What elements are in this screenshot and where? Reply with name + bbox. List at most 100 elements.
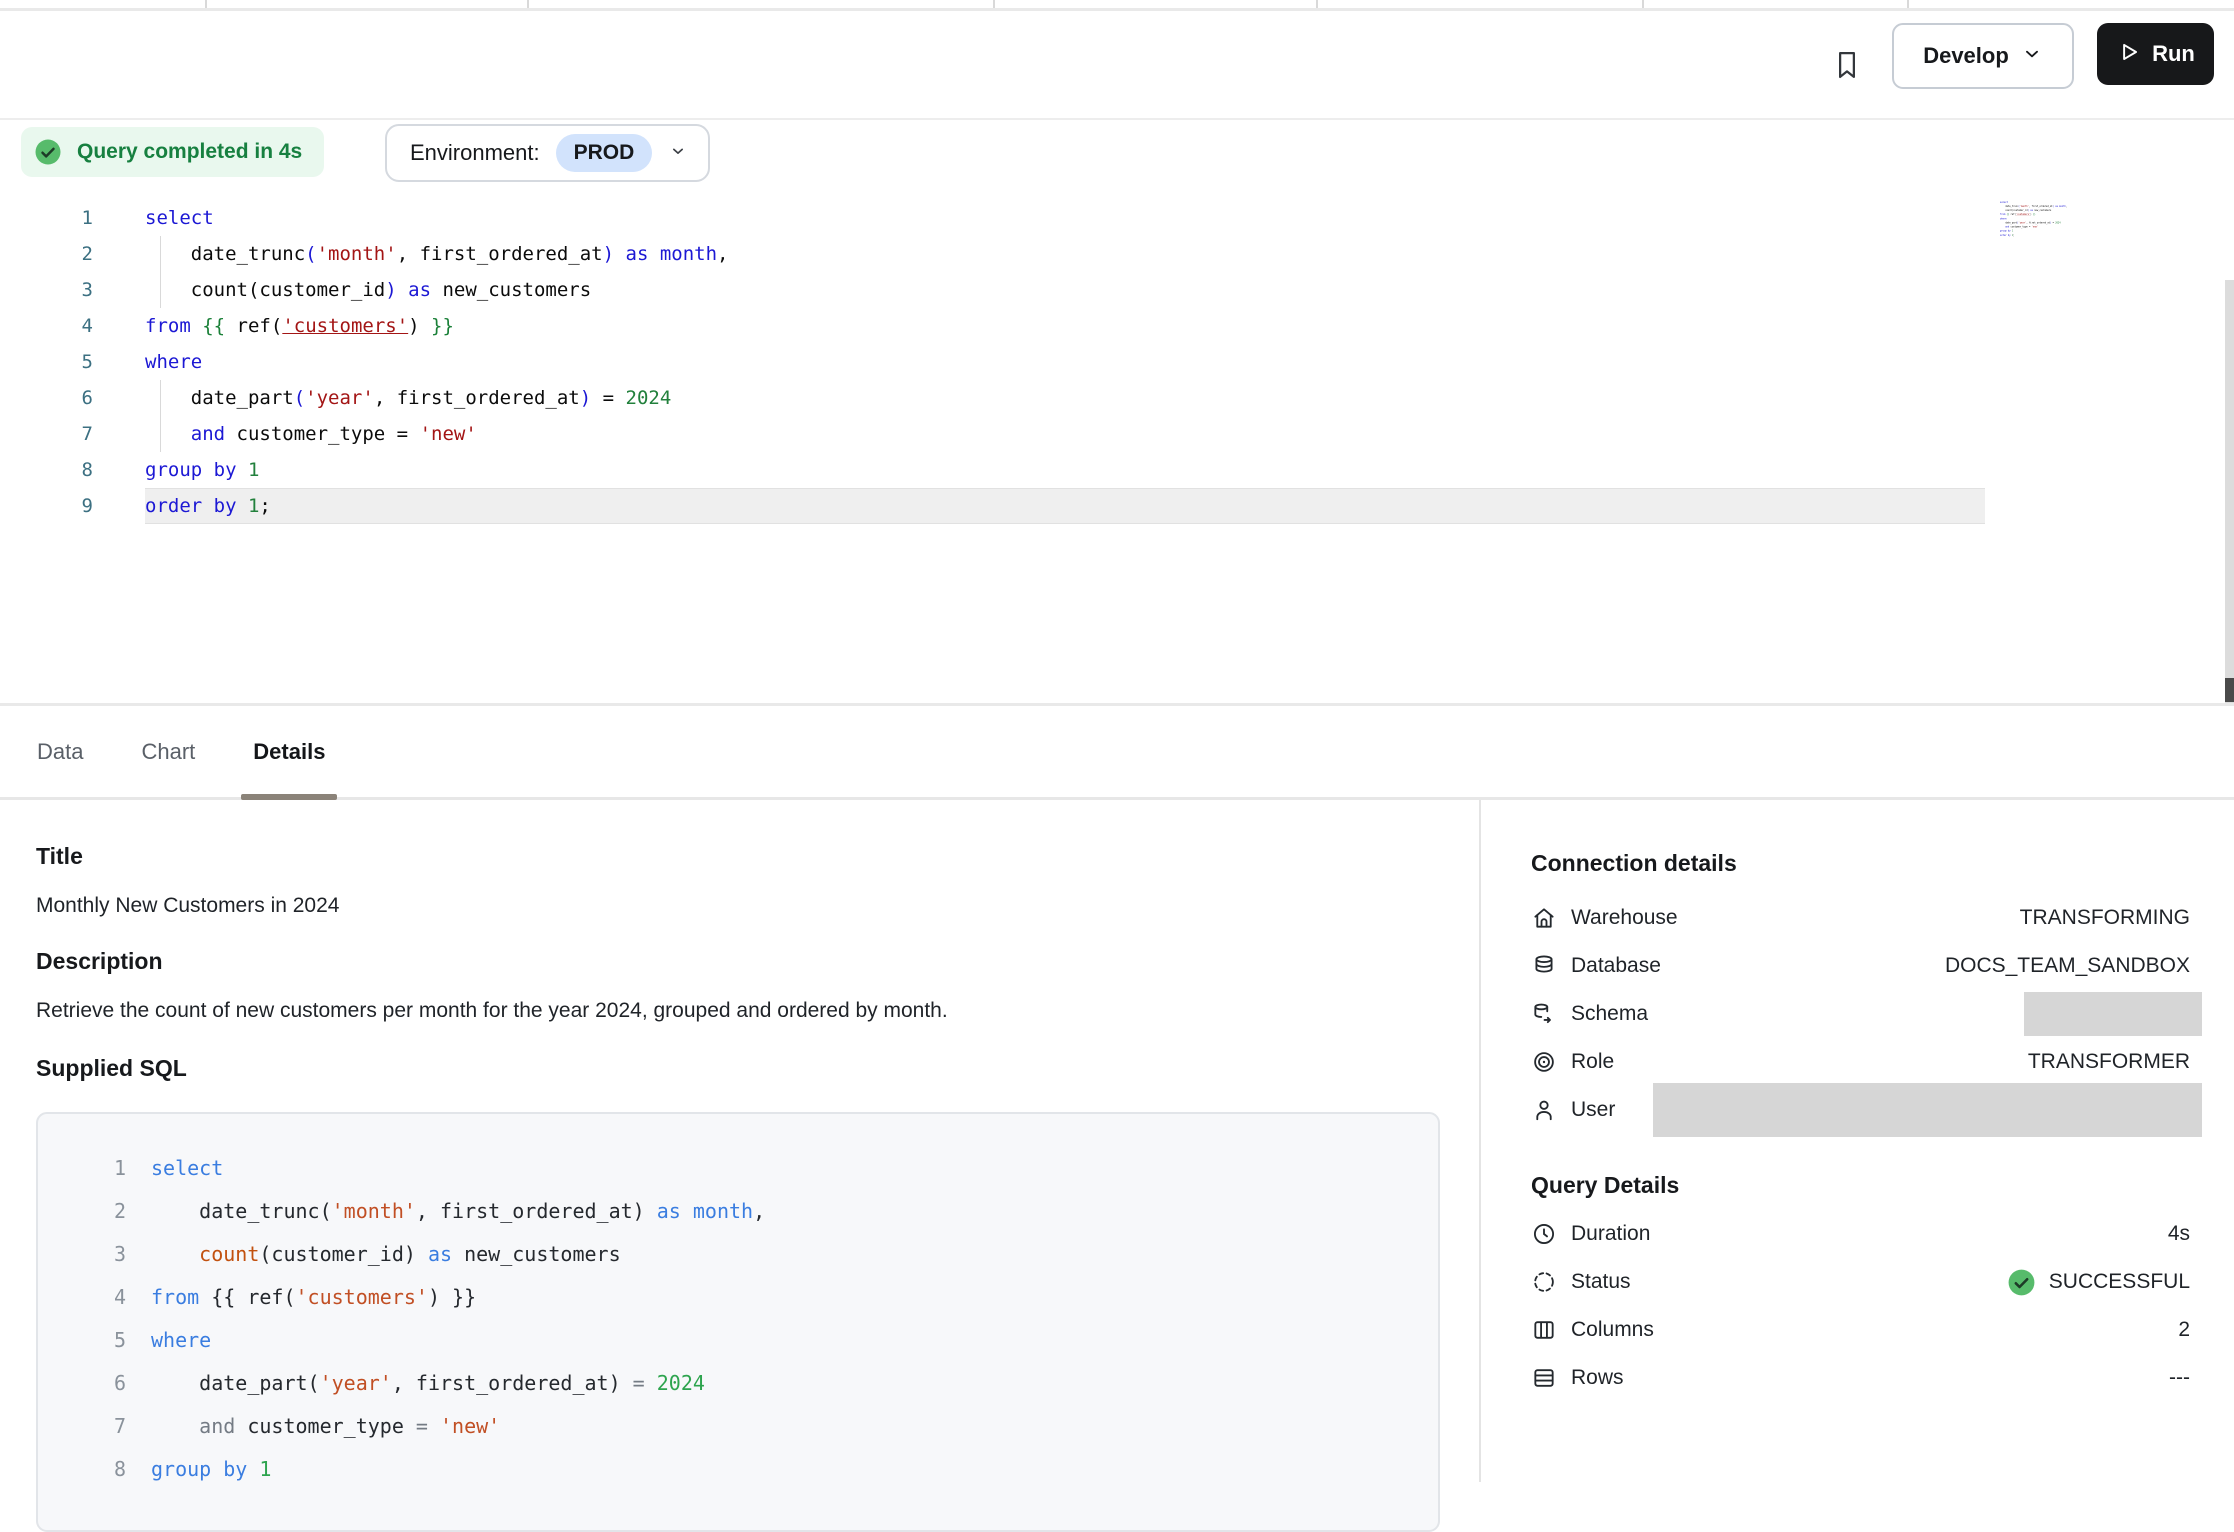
row-label: Warehouse — [1571, 906, 1678, 930]
environment-value-pill: PROD — [556, 134, 653, 172]
code-line-9[interactable]: order by 1; — [2000, 233, 2104, 237]
code-text: count(customer_id) as new_customers — [145, 272, 1985, 308]
code-line-4[interactable]: 4from {{ ref('customers') }} — [38, 1276, 1438, 1319]
bookmark-button[interactable] — [1830, 49, 1864, 85]
line-number: 5 — [0, 344, 93, 380]
tab-data[interactable]: Data — [37, 706, 83, 797]
query-details-heading: Query Details — [1531, 1168, 2190, 1202]
code-text: group by 1 — [145, 452, 1985, 488]
line-number: 7 — [0, 416, 93, 452]
code-line-7[interactable]: 7 and customer_type = 'new' — [38, 1405, 1438, 1448]
scrollbar-thumb[interactable] — [2225, 678, 2234, 702]
tab-separator — [993, 0, 995, 8]
row-label: User — [1571, 1098, 1615, 1122]
success-check-icon — [2006, 1267, 2037, 1298]
environment-dropdown[interactable]: Environment: PROD — [385, 124, 710, 182]
code-text: from {{ ref('customers') }} — [145, 308, 1985, 344]
line-number: 9 — [0, 488, 93, 524]
code-line-7[interactable]: 7 and customer_type = 'new' — [0, 416, 1985, 452]
result-tabs: Data Chart Details — [0, 703, 2234, 800]
detail-row-warehouse: Warehouse TRANSFORMING — [1531, 894, 2190, 942]
code-line-6[interactable]: 6 date_part('year', first_ordered_at) = … — [38, 1362, 1438, 1405]
code-text: date_part('year', first_ordered_at) = 20… — [145, 380, 1985, 416]
line-number: 4 — [0, 308, 93, 344]
chevron-down-icon — [668, 141, 688, 166]
code-line-2[interactable]: 2 date_trunc('month', first_ordered_at) … — [0, 236, 1985, 272]
sql-editor[interactable]: 1select2 date_trunc('month', first_order… — [0, 200, 1985, 524]
code-text: count(customer_id) as new_customers — [151, 1233, 621, 1276]
detail-row-user: User — [1531, 1086, 2190, 1134]
row-value: TRANSFORMING — [2020, 906, 2190, 930]
redacted-value — [2024, 992, 2202, 1036]
row-label: Rows — [1571, 1366, 1624, 1390]
redacted-value — [1653, 1083, 2202, 1137]
rows-icon — [1531, 1365, 1557, 1391]
code-line-8[interactable]: 8group by 1 — [38, 1448, 1438, 1491]
code-text: order by 1; — [145, 488, 1985, 524]
chevron-down-icon — [2021, 43, 2043, 70]
tab-separator — [527, 0, 529, 8]
develop-label: Develop — [1923, 43, 2009, 69]
duration-icon — [1531, 1221, 1557, 1247]
row-label: Duration — [1571, 1222, 1650, 1246]
columns-icon — [1531, 1317, 1557, 1343]
detail-row-database: DatabaseDOCS_TEAM_SANDBOX — [1531, 942, 2190, 990]
title-value: Monthly New Customers in 2024 — [36, 894, 339, 918]
row-value: 4s — [2168, 1222, 2190, 1246]
editor-minimap[interactable]: select date_trunc('month', first_ordered… — [2000, 200, 2112, 248]
tab-separator — [205, 0, 207, 8]
scrollbar-track[interactable] — [2225, 280, 2234, 703]
tab-separator — [1642, 0, 1644, 8]
code-line-1[interactable]: 1select — [0, 200, 1985, 236]
code-line-6[interactable]: 6 date_part('year', first_ordered_at) = … — [0, 380, 1985, 416]
code-text: date_trunc('month', first_ordered_at) as… — [145, 236, 1985, 272]
code-line-1[interactable]: 1 select — [38, 1147, 1438, 1190]
title-heading: Title — [36, 843, 83, 870]
code-text: and customer_type = 'new' — [151, 1405, 500, 1448]
detail-row-status: StatusSUCCESSFUL — [1531, 1258, 2190, 1306]
develop-dropdown[interactable]: Develop — [1892, 23, 2074, 89]
code-line-5[interactable]: 5 where — [38, 1319, 1438, 1362]
code-line-4[interactable]: 4 from {{ ref('customers') }} — [0, 308, 1985, 344]
detail-row-duration: Duration 4s — [1531, 1210, 2190, 1258]
line-number: 7 — [38, 1405, 126, 1448]
row-value: --- — [2169, 1366, 2190, 1390]
code-text: from {{ ref('customers') }} — [151, 1276, 476, 1319]
code-text: date_trunc('month', first_ordered_at) as… — [151, 1190, 765, 1233]
tab-separator — [1316, 0, 1318, 8]
tab-chart[interactable]: Chart — [141, 706, 195, 797]
row-value: TRANSFORMER — [2028, 1050, 2190, 1074]
run-label: Run — [2152, 41, 2195, 67]
code-text: date_part('year', first_ordered_at) = 20… — [151, 1362, 705, 1405]
line-number: 5 — [38, 1319, 126, 1362]
code-line-9[interactable]: 9 order by 1; — [0, 488, 1985, 524]
run-button[interactable]: Run — [2097, 23, 2214, 85]
code-text: select — [151, 1147, 223, 1190]
detail-row-schema: Schema — [1531, 990, 2190, 1038]
description-value: Retrieve the count of new customers per … — [36, 999, 948, 1023]
tab-details[interactable]: Details — [253, 706, 325, 797]
environment-label: Environment: — [410, 140, 540, 166]
tab-separator — [1907, 0, 1909, 8]
line-number: 1 — [0, 200, 93, 236]
detail-row-role: RoleTRANSFORMER — [1531, 1038, 2190, 1086]
code-line-2[interactable]: 2 date_trunc('month', first_ordered_at) … — [38, 1190, 1438, 1233]
line-number: 2 — [38, 1190, 126, 1233]
browser-tab-strip — [0, 0, 2234, 11]
code-line-3[interactable]: 3 count(customer_id) as new_customers — [38, 1233, 1438, 1276]
bookmark-icon — [1832, 48, 1862, 87]
code-text: group by 1 — [151, 1448, 271, 1491]
code-line-5[interactable]: 5where — [0, 344, 1985, 380]
line-number: 3 — [0, 272, 93, 308]
line-number: 6 — [38, 1362, 126, 1405]
code-line-8[interactable]: 8group by 1 — [0, 452, 1985, 488]
code-text: where — [151, 1319, 211, 1362]
supplied-sql-block: 1select2 date_trunc('month', first_order… — [36, 1112, 1440, 1532]
code-line-3[interactable]: 3 count(customer_id) as new_customers — [0, 272, 1985, 308]
database-icon — [1531, 953, 1557, 979]
play-icon — [2116, 39, 2142, 70]
line-number: 1 — [38, 1147, 126, 1190]
connection-details-heading: Connection details — [1531, 846, 2190, 880]
role-icon — [1531, 1049, 1557, 1075]
warehouse-icon — [1531, 905, 1557, 931]
